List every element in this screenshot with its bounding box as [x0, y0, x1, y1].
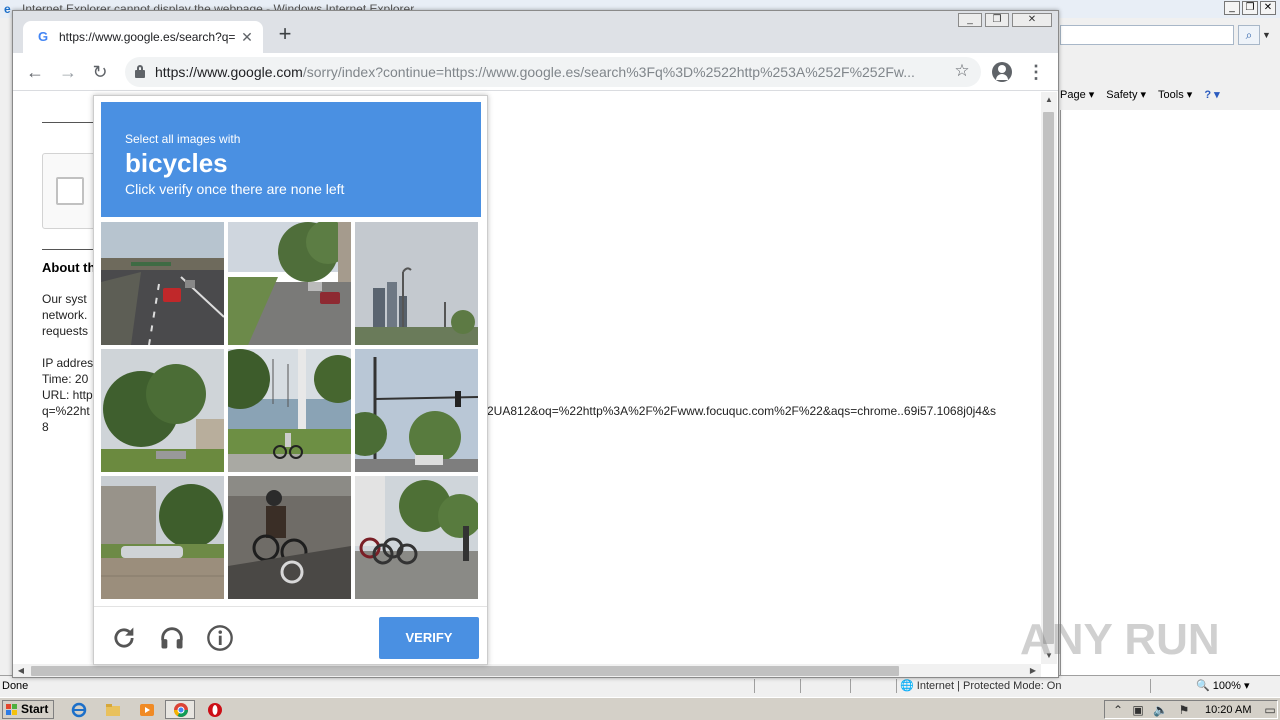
lock-icon[interactable]: [135, 65, 145, 78]
chrome-close-button[interactable]: ✕: [1012, 13, 1052, 27]
system-tray: ⌃ ▣ 🔈 ⚑ 10:20 AM ▭: [1104, 700, 1278, 719]
taskbar: Start ⌃ ▣ 🔈 ⚑ 10:20 AM ▭: [0, 697, 1280, 720]
chrome-toolbar: ← → ↻ https://www.google.com/sorry/index…: [13, 53, 1058, 91]
taskbar-ie-icon[interactable]: [63, 700, 93, 719]
address-bar[interactable]: https://www.google.com/sorry/index?conti…: [125, 57, 981, 87]
google-favicon-icon: G: [37, 29, 49, 44]
challenge-header: Select all images with bicycles Click ve…: [101, 102, 481, 217]
address-url[interactable]: https://www.google.com/sorry/index?conti…: [155, 63, 941, 81]
page-text-line: Time: 20: [42, 372, 89, 386]
ie-help-icon[interactable]: ? ▾: [1204, 88, 1219, 101]
challenge-grid: [101, 222, 481, 600]
captcha-tile-city-skyline-streetlight[interactable]: [355, 222, 478, 345]
ie-tools-menu[interactable]: Tools ▾: [1158, 88, 1192, 101]
forward-arrow-icon[interactable]: →: [56, 60, 80, 84]
reload-icon[interactable]: ↻: [88, 60, 112, 84]
ie-status-bar: Done 🌐 Internet | Protected Mode: On 🔍 1…: [0, 675, 1280, 695]
status-divider: [800, 679, 801, 693]
recaptcha-challenge: Select all images with bicycles Click ve…: [93, 95, 488, 665]
ie-search-dropdown-icon[interactable]: ▼: [1262, 25, 1274, 45]
ie-restore-button[interactable]: ❐: [1242, 1, 1258, 15]
info-icon[interactable]: [206, 624, 234, 652]
profile-avatar-icon[interactable]: [992, 62, 1012, 82]
chrome-tabstrip: G https://www.google.es/search?q=% ✕ + _…: [13, 11, 1058, 53]
watermark-logo: ANY RUN: [1020, 615, 1220, 664]
show-desktop-icon[interactable]: ▭: [1263, 703, 1277, 717]
captcha-tile-harbor-cyclist[interactable]: [228, 349, 351, 472]
page-text-line: Our syst: [42, 292, 87, 306]
status-divider: [896, 679, 897, 693]
captcha-tile-street-trees-cars[interactable]: [228, 222, 351, 345]
taskbar-chrome-icon[interactable]: [165, 700, 195, 719]
page-text-line: 8: [42, 420, 49, 434]
chrome-minimize-button[interactable]: _: [958, 13, 982, 27]
taskbar-opera-icon[interactable]: [199, 700, 229, 719]
ie-page-menu[interactable]: Page ▾: [1060, 88, 1094, 101]
ie-security-zone: 🌐 Internet | Protected Mode: On: [900, 680, 1062, 692]
status-divider: [1150, 679, 1151, 693]
captcha-tile-house-fence-car[interactable]: [101, 476, 224, 599]
captcha-tile-intersection-traffic-light[interactable]: [355, 349, 478, 472]
ie-close-button[interactable]: ✕: [1260, 1, 1276, 15]
captcha-tile-parked-bicycles[interactable]: [355, 476, 478, 599]
tab-title: https://www.google.es/search?q=%: [59, 30, 235, 44]
ie-safety-menu[interactable]: Safety ▾: [1106, 88, 1146, 101]
page-text-line: q=%22ht: [42, 404, 90, 418]
ie-zoom-control[interactable]: 🔍 100% ▾: [1196, 677, 1249, 695]
start-button[interactable]: Start: [2, 700, 54, 719]
scroll-thumb[interactable]: [31, 666, 899, 676]
captcha-tile-trees-houses[interactable]: [101, 349, 224, 472]
volume-icon[interactable]: 🔈: [1153, 703, 1168, 717]
chrome-menu-icon[interactable]: ⋮: [1027, 60, 1045, 84]
horizontal-scrollbar[interactable]: ◀ ▶: [13, 664, 1041, 677]
vertical-scrollbar[interactable]: ▲ ▼: [1041, 92, 1057, 664]
chrome-tab[interactable]: G https://www.google.es/search?q=% ✕: [23, 21, 263, 53]
recaptcha-checkbox[interactable]: [56, 177, 84, 205]
status-divider: [754, 679, 755, 693]
ie-command-bar: Page ▾ Safety ▾ Tools ▾ ? ▾: [1060, 84, 1280, 104]
back-arrow-icon[interactable]: ←: [23, 60, 47, 84]
challenge-instruction: Select all images with: [125, 132, 241, 146]
challenge-footer: VERIFY: [94, 606, 487, 664]
chrome-restore-button[interactable]: ❐: [985, 13, 1009, 27]
tray-expand-icon[interactable]: ⌃: [1111, 703, 1125, 717]
ie-status-text: Done: [2, 680, 29, 692]
page-text-line: requests: [42, 324, 89, 338]
verify-button[interactable]: VERIFY: [379, 617, 479, 659]
bookmark-star-icon[interactable]: ☆: [953, 62, 971, 80]
ie-minimize-button[interactable]: _: [1224, 1, 1240, 15]
ie-content-area: [1060, 110, 1280, 675]
tab-close-icon[interactable]: ✕: [239, 29, 255, 45]
captcha-tile-cyclist-street[interactable]: [228, 476, 351, 599]
ie-search-icon[interactable]: ⌕: [1238, 25, 1260, 45]
page-heading: About th: [42, 260, 96, 275]
network-icon[interactable]: ▣: [1131, 703, 1145, 717]
action-center-flag-icon[interactable]: ⚑: [1177, 703, 1191, 717]
challenge-subinstruction: Click verify once there are none left: [125, 181, 345, 197]
scroll-thumb[interactable]: [1043, 112, 1054, 644]
taskbar-explorer-icon[interactable]: [97, 700, 127, 719]
clock[interactable]: 10:20 AM: [1205, 703, 1251, 717]
new-tab-icon[interactable]: +: [275, 23, 295, 45]
reload-challenge-icon[interactable]: [110, 624, 138, 652]
page-text-line: network.: [42, 308, 88, 322]
status-divider: [850, 679, 851, 693]
windows-logo-icon: [6, 704, 18, 716]
ie-search-input[interactable]: [1060, 25, 1234, 45]
captcha-tile-highway-overpass[interactable]: [101, 222, 224, 345]
scroll-up-icon[interactable]: ▲: [1041, 92, 1057, 108]
audio-challenge-icon[interactable]: [158, 624, 186, 652]
scroll-left-icon[interactable]: ◀: [13, 664, 29, 677]
page-text-line: URL: http: [42, 388, 93, 402]
url-tail-text: 2UA812&oq=%22http%3A%2F%2Fwww.focuquc.co…: [487, 404, 996, 418]
page-text-line: IP addres: [42, 356, 94, 370]
taskbar-media-player-icon[interactable]: [131, 700, 161, 719]
challenge-target: bicycles: [125, 148, 228, 178]
